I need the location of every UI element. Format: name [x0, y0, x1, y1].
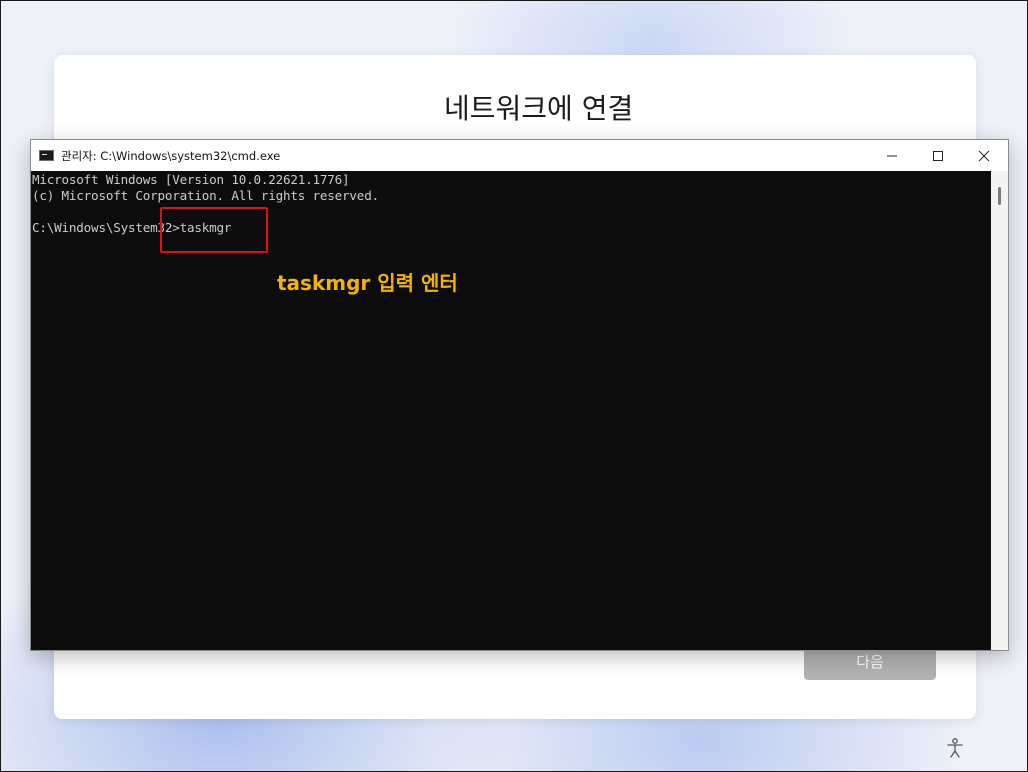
oobe-background: 네트워크에 연결 다음 관리자: C:\Windows\system32\cmd… [0, 0, 1028, 772]
minimize-icon [887, 155, 897, 156]
close-button[interactable] [961, 140, 1007, 171]
scroll-thumb[interactable] [998, 187, 1001, 205]
console-line: Microsoft Windows [Version 10.0.22621.17… [32, 172, 350, 187]
console-line: (c) Microsoft Corporation. All rights re… [32, 188, 379, 203]
close-icon [978, 150, 990, 161]
page-title: 네트워크에 연결 [444, 92, 634, 125]
annotation-text: taskmgr 입력 엔터 [277, 271, 458, 295]
cmd-window-title: 관리자: C:\Windows\system32\cmd.exe [61, 149, 281, 163]
maximize-button[interactable] [915, 140, 961, 171]
console-scrollbar[interactable] [991, 171, 1008, 650]
minimize-button[interactable] [869, 140, 915, 171]
cmd-titlebar[interactable]: 관리자: C:\Windows\system32\cmd.exe [31, 140, 1008, 171]
accessibility-icon[interactable] [945, 737, 965, 759]
highlight-box [160, 207, 268, 253]
cmd-app-icon[interactable] [39, 150, 54, 161]
maximize-icon [933, 150, 943, 161]
